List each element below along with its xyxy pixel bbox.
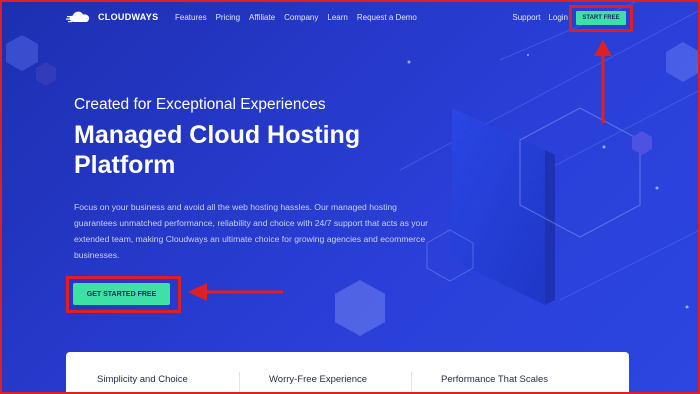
nav-login[interactable]: Login [548,13,568,22]
feature-worry-free: Worry-Free Experience [269,374,368,385]
nav-right: Support Login [504,13,568,22]
background-decoration [6,0,700,336]
nav-request-demo[interactable]: Request a Demo [357,13,417,22]
cloudways-logo[interactable]: CLOUDWAYS [66,10,158,24]
hero-description: Focus on your business and avoid all the… [74,202,428,260]
nav-company[interactable]: Company [284,13,318,22]
annotation-box-start-free [569,5,633,32]
nav-support[interactable]: Support [512,13,540,22]
nav-pricing[interactable]: Pricing [216,13,240,22]
main-nav: Features Pricing Affiliate Company Learn… [175,13,426,22]
features-card: Simplicity and Choice Worry-Free Experie… [66,352,629,394]
hero-headline: Managed Cloud Hosting Platform [74,121,361,179]
nav-affiliate[interactable]: Affiliate [249,13,275,22]
divider [411,372,412,392]
brand-name: CLOUDWAYS [98,12,159,22]
feature-simplicity: Simplicity and Choice [97,374,188,385]
hero-subheading: Created for Exceptional Experiences [74,96,326,113]
cloud-logo-icon [66,11,90,23]
feature-performance: Performance That Scales [441,374,549,385]
nav-learn[interactable]: Learn [327,13,347,22]
annotation-box-get-started [66,276,181,313]
nav-features[interactable]: Features [175,13,207,22]
page-background: CLOUDWAYS Features Pricing Affiliate Com… [0,0,700,394]
divider [239,372,240,392]
